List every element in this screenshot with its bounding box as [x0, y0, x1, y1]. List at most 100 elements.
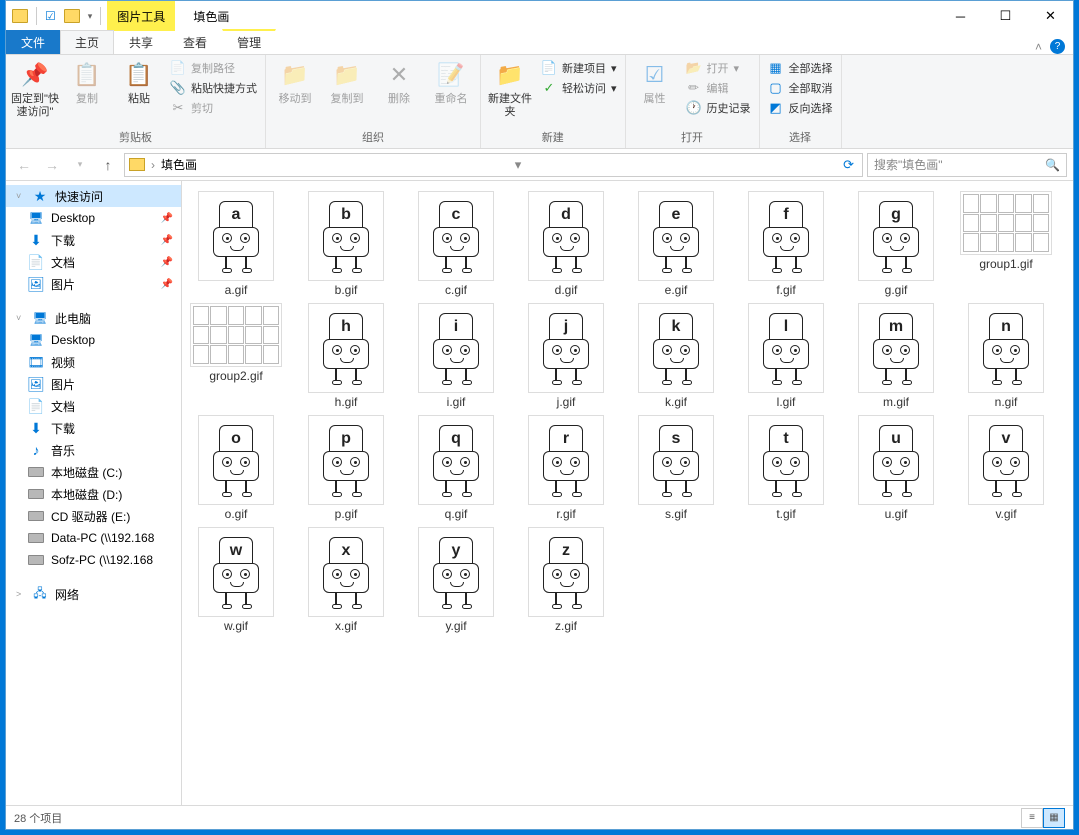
nav-item-下载[interactable]: ⬇下载📌: [6, 229, 181, 251]
tab-share[interactable]: 共享: [114, 30, 168, 54]
monitor-icon: 🖥: [28, 333, 44, 347]
view-details-button[interactable]: ≡: [1021, 808, 1043, 828]
file-item[interactable]: rr.gif: [518, 415, 614, 521]
qat-customize-icon[interactable]: ▾: [88, 11, 93, 22]
easy-access-button[interactable]: ✓轻松访问 ▾: [537, 79, 621, 97]
search-input[interactable]: 搜索"填色画" 🔍: [867, 153, 1067, 177]
nav-quick-access[interactable]: ★快速访问: [6, 185, 181, 207]
file-item[interactable]: kk.gif: [628, 303, 724, 409]
tab-file[interactable]: 文件: [6, 30, 60, 54]
refresh-icon[interactable]: ⟳: [839, 157, 858, 173]
nav-item-文档[interactable]: 📄文档: [6, 395, 181, 417]
invert-selection-button[interactable]: ◩反向选择: [764, 99, 837, 117]
file-item[interactable]: zz.gif: [518, 527, 614, 633]
help-icon[interactable]: ?: [1050, 39, 1065, 54]
delete-button[interactable]: ✕删除: [374, 57, 424, 109]
close-button[interactable]: ✕: [1028, 2, 1073, 31]
copyto-button[interactable]: 📁复制到: [322, 57, 372, 109]
file-name: group1.gif: [979, 257, 1032, 271]
file-item[interactable]: vv.gif: [958, 415, 1054, 521]
rename-button[interactable]: 📝重命名: [426, 57, 476, 109]
nav-item-CD 驱动器 (E:)[interactable]: CD 驱动器 (E:): [6, 505, 181, 527]
select-all-button[interactable]: ▦全部选择: [764, 59, 837, 77]
nav-back-button[interactable]: ←: [12, 153, 36, 177]
breadcrumb-path[interactable]: 填色画: [161, 156, 197, 173]
nav-item-Desktop[interactable]: 🖥Desktop📌: [6, 207, 181, 229]
content-pane[interactable]: aa.gifbb.gifcc.gifdd.gifee.gifff.gifgg.g…: [182, 181, 1073, 805]
window-title: 填色画: [193, 8, 229, 25]
nav-item-Sofz-PC (\\192.168[interactable]: Sofz-PC (\\192.168: [6, 549, 181, 571]
file-item[interactable]: oo.gif: [188, 415, 284, 521]
file-item[interactable]: nn.gif: [958, 303, 1054, 409]
copy-path-button[interactable]: 📄复制路径: [166, 59, 261, 77]
rename-icon: 📝: [436, 60, 466, 90]
ribbon-collapse-icon[interactable]: ˄: [1035, 40, 1042, 54]
tab-home[interactable]: 主页: [60, 30, 114, 54]
nav-up-button[interactable]: ↑: [96, 153, 120, 177]
select-none-button[interactable]: ▢全部取消: [764, 79, 837, 97]
file-item[interactable]: mm.gif: [848, 303, 944, 409]
nav-network[interactable]: 🖧网络: [6, 583, 181, 605]
nav-item-图片[interactable]: 🖼图片: [6, 373, 181, 395]
file-item[interactable]: aa.gif: [188, 191, 284, 297]
nav-item-label: 文档: [51, 398, 75, 415]
view-largeicons-button[interactable]: ▦: [1043, 808, 1065, 828]
nav-recent-icon[interactable]: ▾: [68, 153, 92, 177]
pin-quickaccess-button[interactable]: 📌固定到"快速访问": [10, 57, 60, 122]
paste-button[interactable]: 📋粘贴: [114, 57, 164, 109]
file-item[interactable]: hh.gif: [298, 303, 394, 409]
file-item[interactable]: ff.gif: [738, 191, 834, 297]
properties-button[interactable]: ☑属性: [630, 57, 680, 109]
breadcrumb-dropdown-icon[interactable]: ▾: [511, 157, 526, 173]
new-folder-button[interactable]: 📁新建文件夹: [485, 57, 535, 122]
nav-item-文档[interactable]: 📄文档📌: [6, 251, 181, 273]
file-item[interactable]: gg.gif: [848, 191, 944, 297]
file-item[interactable]: qq.gif: [408, 415, 504, 521]
cut-button[interactable]: ✂剪切: [166, 99, 261, 117]
nav-item-音乐[interactable]: ♪音乐: [6, 439, 181, 461]
file-grid: aa.gifbb.gifcc.gifdd.gifee.gifff.gifgg.g…: [188, 191, 1067, 633]
file-item[interactable]: bb.gif: [298, 191, 394, 297]
nav-item-图片[interactable]: 🖼图片📌: [6, 273, 181, 295]
minimize-button[interactable]: ─: [938, 2, 983, 31]
file-item[interactable]: group2.gif: [188, 303, 284, 409]
file-item[interactable]: xx.gif: [298, 527, 394, 633]
file-item[interactable]: tt.gif: [738, 415, 834, 521]
maximize-button[interactable]: ☐: [983, 2, 1028, 31]
nav-item-Desktop[interactable]: 🖥Desktop: [6, 329, 181, 351]
file-item[interactable]: jj.gif: [518, 303, 614, 409]
open-button[interactable]: 📂打开 ▾: [682, 59, 755, 77]
tab-view[interactable]: 查看: [168, 30, 222, 54]
nav-item-本地磁盘 (D:)[interactable]: 本地磁盘 (D:): [6, 483, 181, 505]
file-item[interactable]: pp.gif: [298, 415, 394, 521]
breadcrumb[interactable]: › 填色画 ▾ ⟳: [124, 153, 863, 177]
file-thumbnail: [190, 303, 282, 367]
qat-newfolder-icon[interactable]: [64, 9, 80, 23]
history-button[interactable]: 🕐历史记录: [682, 99, 755, 117]
nav-item-视频[interactable]: 🎞视频: [6, 351, 181, 373]
nav-item-下载[interactable]: ⬇下载: [6, 417, 181, 439]
edit-button[interactable]: ✏编辑: [682, 79, 755, 97]
copy-button[interactable]: 📋复制: [62, 57, 112, 109]
file-item[interactable]: group1.gif: [958, 191, 1054, 297]
nav-forward-button[interactable]: →: [40, 153, 64, 177]
view-toggle: ≡ ▦: [1021, 808, 1065, 828]
paste-shortcut-button[interactable]: 📎粘贴快捷方式: [166, 79, 261, 97]
file-item[interactable]: ii.gif: [408, 303, 504, 409]
file-item[interactable]: cc.gif: [408, 191, 504, 297]
nav-item-本地磁盘 (C:)[interactable]: 本地磁盘 (C:): [6, 461, 181, 483]
file-item[interactable]: ee.gif: [628, 191, 724, 297]
file-item[interactable]: yy.gif: [408, 527, 504, 633]
moveto-button[interactable]: 📁移动到: [270, 57, 320, 109]
qat-properties-icon[interactable]: ☑: [45, 9, 56, 23]
file-item[interactable]: uu.gif: [848, 415, 944, 521]
new-item-button[interactable]: 📄新建项目 ▾: [537, 59, 621, 77]
nav-item-Data-PC (\\192.168[interactable]: Data-PC (\\192.168: [6, 527, 181, 549]
tab-manage[interactable]: 管理: [222, 29, 276, 54]
file-item[interactable]: ll.gif: [738, 303, 834, 409]
file-item[interactable]: ww.gif: [188, 527, 284, 633]
⬇-icon: ⬇: [28, 421, 44, 435]
nav-this-pc[interactable]: 🖥此电脑: [6, 307, 181, 329]
file-item[interactable]: ss.gif: [628, 415, 724, 521]
file-item[interactable]: dd.gif: [518, 191, 614, 297]
